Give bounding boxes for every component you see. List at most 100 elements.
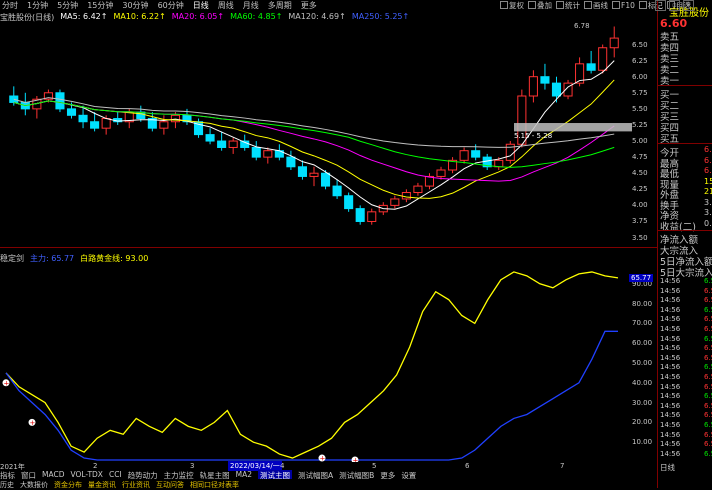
- candle: [263, 150, 273, 158]
- indicator-tab-12[interactable]: 更多: [380, 470, 395, 480]
- candle: [297, 166, 307, 177]
- tick-value: 6.5: [704, 440, 712, 449]
- month-tick-3: 3: [190, 462, 195, 470]
- stat-value-3: 156: [704, 176, 712, 186]
- tick-row: 14:56: [660, 325, 681, 333]
- signal-marker-icon: +: [2, 379, 10, 387]
- period-tab-10[interactable]: 更多: [301, 0, 317, 11]
- indicator-legend-item-1: 白路黄金线: 93.00: [80, 254, 149, 263]
- period-tab-9[interactable]: 多周期: [268, 0, 292, 11]
- candle: [159, 121, 169, 129]
- stat-value-4: 2134: [704, 187, 712, 196]
- info-tabs: 历史 大数报价 资金分布 量金资讯 行业资讯 互动问答 相同口径对表率: [0, 480, 657, 489]
- tool-button-0[interactable]: 复权: [500, 0, 524, 11]
- tick-row: 14:56: [660, 401, 681, 410]
- restore-icon[interactable]: ▫: [669, 0, 680, 11]
- quote-panel: 宝胜股份 6.60 卖五 卖四 卖三 卖二 卖一 买一 买二 买三 买四 买五 今开 6. 最高 6. 最低…: [657, 0, 712, 488]
- indicator-tab-5[interactable]: 趋势动力: [128, 470, 158, 480]
- info-tab-6[interactable]: 相同口径对表率: [190, 480, 239, 489]
- price-tick-10: 4.00: [632, 201, 648, 210]
- indicator-chart[interactable]: +++ +: [0, 264, 632, 462]
- flow-label-2: 5日净流入额: [660, 257, 712, 268]
- price-tick-6: 5.00: [632, 137, 648, 146]
- tool-icon: [612, 1, 620, 9]
- buy-level-3: 买四: [660, 123, 680, 134]
- indicator-tabs: 指标 窗口 MACD VOL-TDX CCI 趋势动力 主力监控 轨星主图 MA2 测试主图 测试幅…: [0, 470, 657, 480]
- period-tab-8[interactable]: 月线: [243, 0, 259, 11]
- tick-value: 6.5: [704, 334, 712, 343]
- period-tab-0[interactable]: 分时: [2, 0, 18, 11]
- indicator-tab-2[interactable]: MACD: [42, 470, 64, 479]
- minimize-icon[interactable]: _: [655, 0, 666, 11]
- tool-button-1[interactable]: 叠加: [528, 0, 552, 11]
- period-tab-7[interactable]: 周线: [218, 0, 234, 11]
- indicator-tab-8[interactable]: MA2: [236, 470, 252, 479]
- candle: [471, 150, 481, 158]
- tick-value: 6.5: [704, 411, 712, 420]
- tick-value: 6.5: [704, 353, 712, 362]
- tool-icon: [500, 1, 508, 9]
- info-tab-5[interactable]: 互动问答: [156, 480, 184, 489]
- tick-value: 6.5: [704, 296, 712, 305]
- indicator-tick-6: 30.00: [632, 398, 653, 407]
- candle: [286, 156, 296, 168]
- info-tab-2[interactable]: 资金分布: [54, 480, 82, 489]
- close-icon[interactable]: ×: [683, 0, 694, 11]
- tool-button-4[interactable]: F10: [612, 1, 635, 10]
- period-tab-3[interactable]: 15分钟: [87, 0, 113, 11]
- ma-legend: 宝胜股份(日线) MA5: 6.42↑ MA10: 6.22↑ MA20: 6.05…: [0, 12, 409, 22]
- period-tab-1[interactable]: 1分钟: [27, 0, 48, 11]
- tool-icon: [584, 1, 592, 9]
- tool-icon: [638, 1, 647, 9]
- indicator-tab-13[interactable]: 设置: [401, 470, 416, 480]
- sell-level-1: 卖四: [660, 43, 680, 54]
- info-tab-1[interactable]: 大数报价: [20, 480, 48, 489]
- period-tab-2[interactable]: 5分钟: [57, 0, 78, 11]
- indicator-tab-1[interactable]: 窗口: [21, 470, 36, 480]
- candle: [205, 134, 215, 142]
- candle: [528, 76, 538, 97]
- sell-level-4: 卖一: [660, 76, 680, 87]
- candle: [494, 159, 504, 168]
- indicator-tab-11[interactable]: 测试幅图B: [339, 470, 374, 480]
- period-tab-5[interactable]: 60分钟: [158, 0, 184, 11]
- tick-row: 14:56: [660, 430, 681, 439]
- candle: [390, 198, 400, 206]
- tick-row: 14:56: [660, 373, 681, 381]
- indicator-tab-6[interactable]: 主力监控: [164, 470, 194, 480]
- candle: [459, 150, 469, 161]
- indicator-tab-0[interactable]: 指标: [0, 470, 15, 480]
- tool-button-2[interactable]: 统计: [556, 0, 580, 11]
- quote-sep-1: [658, 85, 712, 86]
- info-tab-3[interactable]: 量金资讯: [88, 480, 116, 489]
- tick-row: 14:56: [660, 334, 681, 343]
- ma-legend-item-5: MA250: 5.25↑: [351, 12, 410, 21]
- info-tab-4[interactable]: 行业资讯: [122, 480, 150, 489]
- quote-tab-daily[interactable]: 日线: [660, 462, 675, 472]
- tick-value: 6.5: [704, 392, 712, 401]
- tool-button-3[interactable]: 画线: [584, 0, 608, 11]
- indicator-tab-4[interactable]: CCI: [109, 470, 122, 479]
- period-tab-6[interactable]: 日线: [193, 0, 209, 11]
- month-tick-4: 4: [280, 462, 285, 470]
- candle: [321, 172, 331, 187]
- indicator-tab-3[interactable]: VOL-TDX: [70, 470, 102, 479]
- indicator-tick-5: 40.00: [632, 378, 653, 387]
- tick-row: 14:56: [660, 296, 681, 305]
- indicator-tab-7[interactable]: 轨星主图: [200, 470, 230, 480]
- indicator-tab-9[interactable]: 测试主图: [258, 470, 293, 480]
- quote-sep-3: [658, 230, 712, 231]
- buy-level-2: 买三: [660, 112, 680, 123]
- indicator-tab-10[interactable]: 测试幅图A: [298, 470, 333, 480]
- info-tab-0[interactable]: 历史: [0, 480, 14, 489]
- candle: [401, 192, 411, 200]
- indicator-series-1: [5, 330, 618, 461]
- quote-sep-2: [658, 143, 712, 144]
- stat-value-5: 3.4: [704, 197, 712, 207]
- price-tick-4: 5.50: [632, 104, 648, 113]
- period-tab-4[interactable]: 30分钟: [122, 0, 148, 11]
- tick-value: 6.5: [704, 421, 712, 429]
- stat-label-2: 最低: [660, 169, 680, 180]
- tick-row: 14:56: [660, 411, 681, 420]
- sell-level-3: 卖二: [660, 65, 680, 76]
